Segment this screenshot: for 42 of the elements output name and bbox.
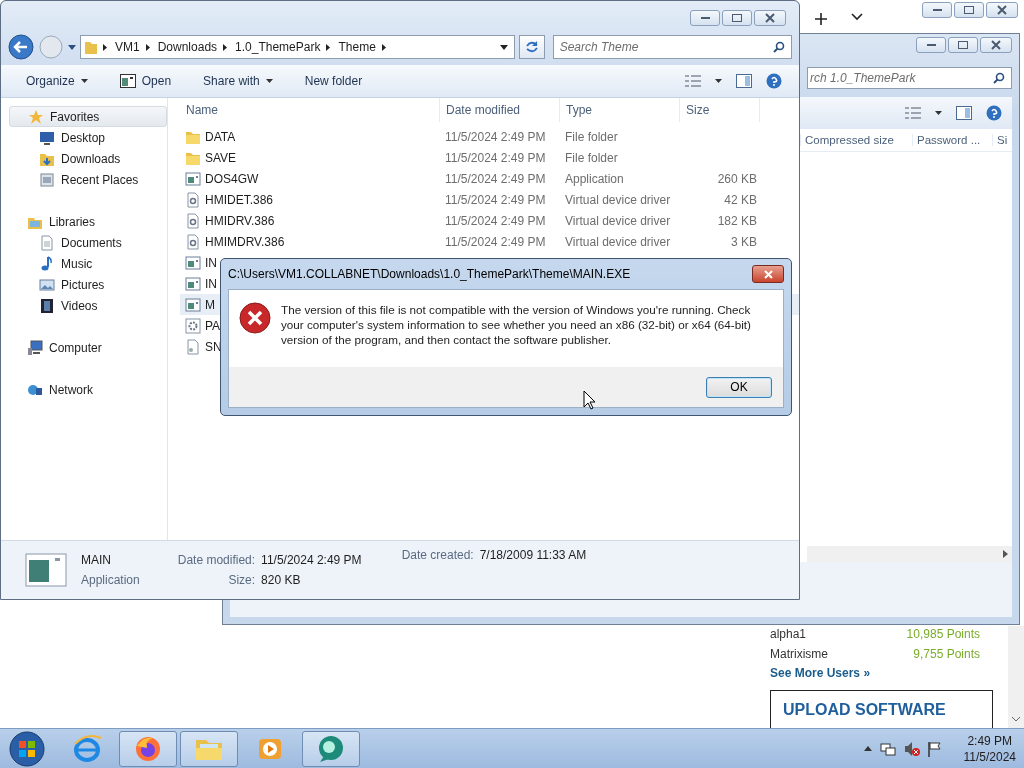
file-name: PA: [205, 318, 221, 333]
search-placeholder: rch 1.0_ThemePark: [810, 71, 916, 85]
field-value: 820 KB: [261, 573, 302, 587]
file-name: SAVE: [205, 150, 237, 165]
file-name: MAIN: [81, 553, 112, 567]
user-name: alpha1: [770, 627, 807, 641]
points-value: 10,985 Points: [906, 627, 980, 641]
file-type: Virtual device driver: [565, 213, 672, 228]
file-name: DATA: [205, 129, 236, 144]
field-label: Date modified:: [177, 553, 256, 567]
file-name: IN: [205, 255, 217, 270]
file-name: HMIDRV.386: [205, 213, 275, 228]
file-size: 42 KB: [723, 192, 757, 207]
search-placeholder: Search Theme: [559, 40, 639, 54]
file-size: 3 KB: [730, 234, 757, 249]
date-modified: 11/5/2024 2:49 PM: [445, 129, 547, 144]
file-name: HMIDET.386: [205, 192, 274, 207]
file-type: File folder: [565, 129, 619, 144]
field-label: Size:: [227, 573, 256, 587]
field-value: 11/5/2024 2:49 PM: [261, 553, 362, 567]
file-type: Virtual device driver: [565, 234, 672, 249]
file-type: File folder: [565, 150, 619, 165]
file-name: DOS4GW: [205, 171, 259, 186]
user-name: Matrixisme: [770, 647, 828, 661]
file-name: IN: [205, 276, 217, 291]
date-modified: 11/5/2024 2:49 PM: [445, 192, 547, 207]
dialog-title: C:\Users\VM1.COLLABNET\Downloads\1.0_ThemePark\Theme\MAIN.EXE: [228, 267, 631, 281]
file-size: 260 KB: [716, 171, 757, 186]
field-value: 7/18/2009 11:33 AM: [479, 548, 587, 562]
file-name: M: [205, 297, 215, 312]
date-modified: 11/5/2024 2:49 PM: [445, 150, 547, 165]
error-message: The version of this file is not compatible with the version of Windows you're running. Check your computer's system information to see whether you need an x86 (32-bit) or x64 (64-bit) version of the program, and then contact the software publisher.: [281, 302, 752, 347]
points-value: 9,755 Points: [913, 647, 980, 661]
date-modified: 11/5/2024 2:49 PM: [445, 213, 547, 228]
date-modified: 11/5/2024 2:49 PM: [445, 171, 547, 186]
file-type: Application: [565, 171, 625, 186]
file-size: 182 KB: [716, 213, 757, 228]
date-modified: 11/5/2024 2:49 PM: [445, 234, 547, 249]
file-type: Virtual device driver: [565, 192, 672, 207]
file-name: HMIMDRV.386: [205, 234, 285, 249]
field-label: Date created:: [401, 548, 474, 562]
file-type: Application: [81, 573, 140, 587]
